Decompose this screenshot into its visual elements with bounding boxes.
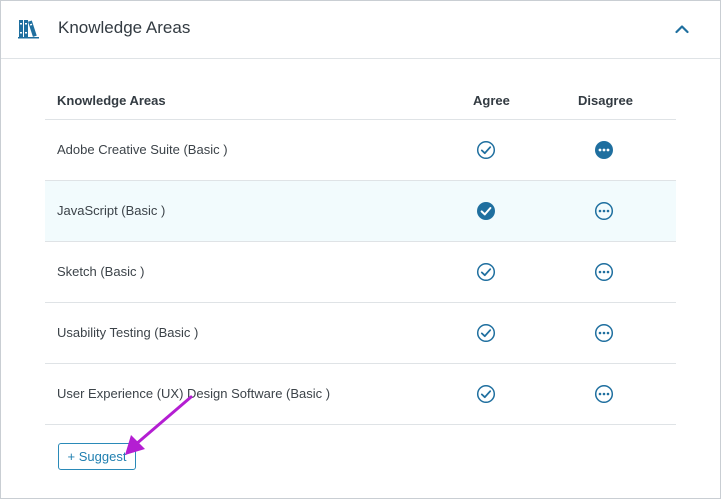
column-header-agree: Agree <box>473 93 510 108</box>
disagree-ellipsis-icon[interactable] <box>594 384 614 404</box>
knowledge-area-name: JavaScript (Basic ) <box>57 203 166 218</box>
agree-check-icon[interactable] <box>476 201 496 221</box>
panel-header: Knowledge Areas <box>1 1 720 59</box>
agree-check-icon[interactable] <box>476 262 496 282</box>
chevron-up-icon <box>675 21 689 39</box>
knowledge-areas-panel: Knowledge Areas Knowledge Areas Agree Di… <box>0 0 721 499</box>
collapse-button[interactable] <box>669 17 695 43</box>
table-row: Usability Testing (Basic ) <box>45 303 676 364</box>
knowledge-area-name: User Experience (UX) Design Software (Ba… <box>57 386 331 401</box>
suggest-button[interactable]: + Suggest <box>58 443 136 470</box>
agree-check-icon[interactable] <box>476 140 496 160</box>
disagree-ellipsis-icon[interactable] <box>594 201 614 221</box>
panel-title: Knowledge Areas <box>58 18 191 37</box>
books-icon <box>18 17 40 39</box>
disagree-ellipsis-icon[interactable] <box>594 140 614 160</box>
table-row: JavaScript (Basic ) <box>45 181 676 242</box>
column-header-knowledge-areas: Knowledge Areas <box>57 93 166 108</box>
knowledge-area-name: Adobe Creative Suite (Basic ) <box>57 142 228 157</box>
table-row: User Experience (UX) Design Software (Ba… <box>45 364 676 425</box>
disagree-ellipsis-icon[interactable] <box>594 262 614 282</box>
knowledge-area-name: Sketch (Basic ) <box>57 264 145 279</box>
knowledge-area-name: Usability Testing (Basic ) <box>57 325 199 340</box>
table-row: Adobe Creative Suite (Basic ) <box>45 120 676 181</box>
agree-check-icon[interactable] <box>476 384 496 404</box>
column-header-disagree: Disagree <box>578 93 633 108</box>
agree-check-icon[interactable] <box>476 323 496 343</box>
table-header: Knowledge Areas Agree Disagree <box>45 79 676 120</box>
disagree-ellipsis-icon[interactable] <box>594 323 614 343</box>
table-row: Sketch (Basic ) <box>45 242 676 303</box>
knowledge-areas-table: Knowledge Areas Agree Disagree Adobe Cre… <box>45 79 676 425</box>
